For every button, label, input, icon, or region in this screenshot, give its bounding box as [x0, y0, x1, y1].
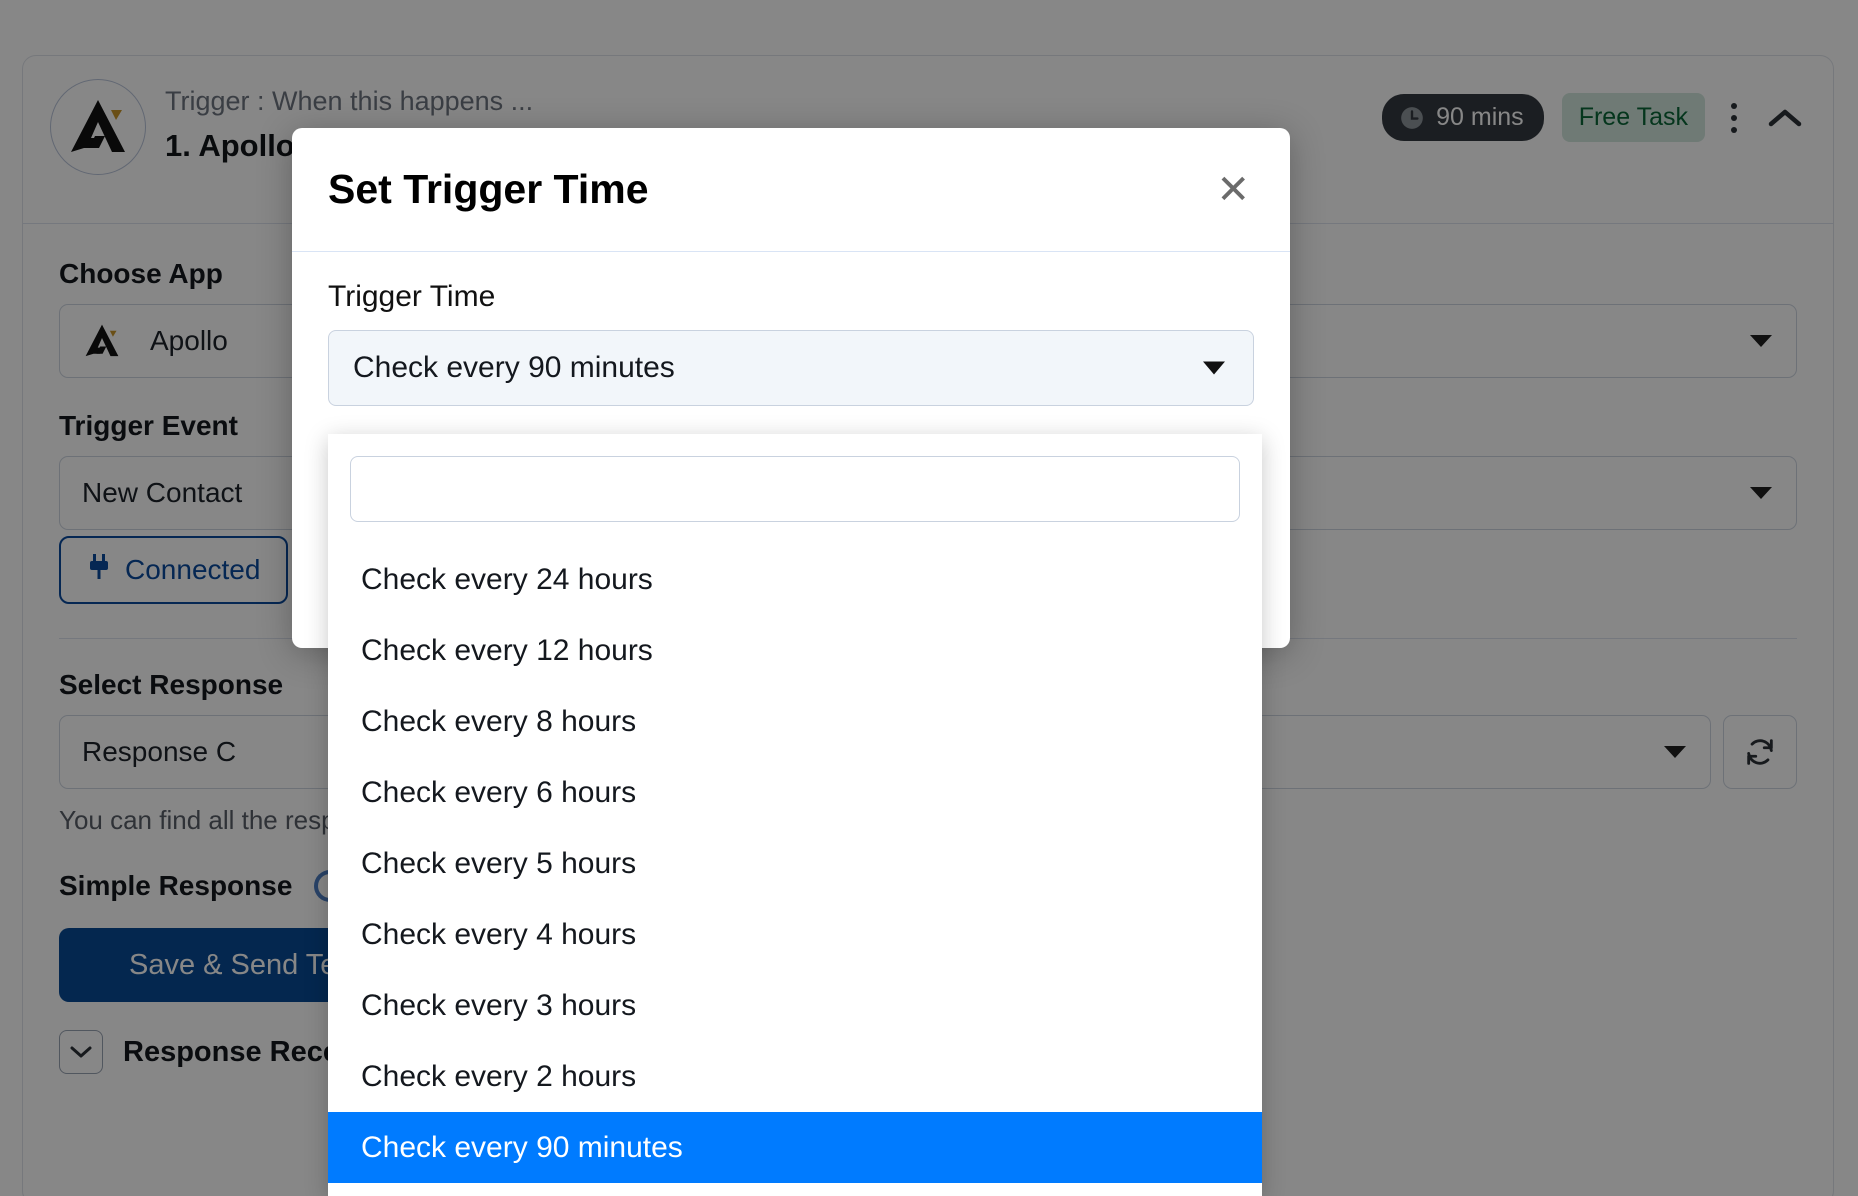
dropdown-search-wrap — [328, 434, 1262, 522]
dropdown-option[interactable]: Check every 4 hours — [328, 899, 1262, 970]
dropdown-option-list: Check every 24 hours Check every 12 hours… — [328, 544, 1262, 1183]
screen: Trigger : When this happens ... 1. Apoll… — [0, 0, 1858, 1196]
dropdown-option[interactable]: Check every 90 minutes — [328, 1112, 1262, 1183]
trigger-time-select[interactable]: Check every 90 minutes — [328, 330, 1254, 406]
dropdown-option[interactable]: Check every 12 hours — [328, 615, 1262, 686]
trigger-time-dropdown: Check every 24 hours Check every 12 hours… — [328, 434, 1262, 1196]
trigger-time-label: Trigger Time — [328, 280, 496, 313]
trigger-time-value: Check every 90 minutes — [353, 351, 675, 384]
modal-title: Set Trigger Time — [328, 166, 649, 212]
close-icon[interactable]: ✕ — [1212, 164, 1254, 216]
dropdown-option[interactable]: Check every 5 hours — [328, 828, 1262, 899]
dropdown-option[interactable]: Check every 6 hours — [328, 757, 1262, 828]
modal-body: Trigger Time Check every 90 minutes — [292, 252, 1290, 406]
dropdown-option[interactable]: Check every 2 hours — [328, 1041, 1262, 1112]
chevron-down-icon — [1203, 361, 1225, 375]
dropdown-option[interactable]: Check every 24 hours — [328, 544, 1262, 615]
modal-header: Set Trigger Time ✕ — [292, 128, 1290, 252]
dropdown-option[interactable]: Check every 8 hours — [328, 686, 1262, 757]
dropdown-option[interactable]: Check every 3 hours — [328, 970, 1262, 1041]
dropdown-search-input[interactable] — [350, 456, 1240, 522]
